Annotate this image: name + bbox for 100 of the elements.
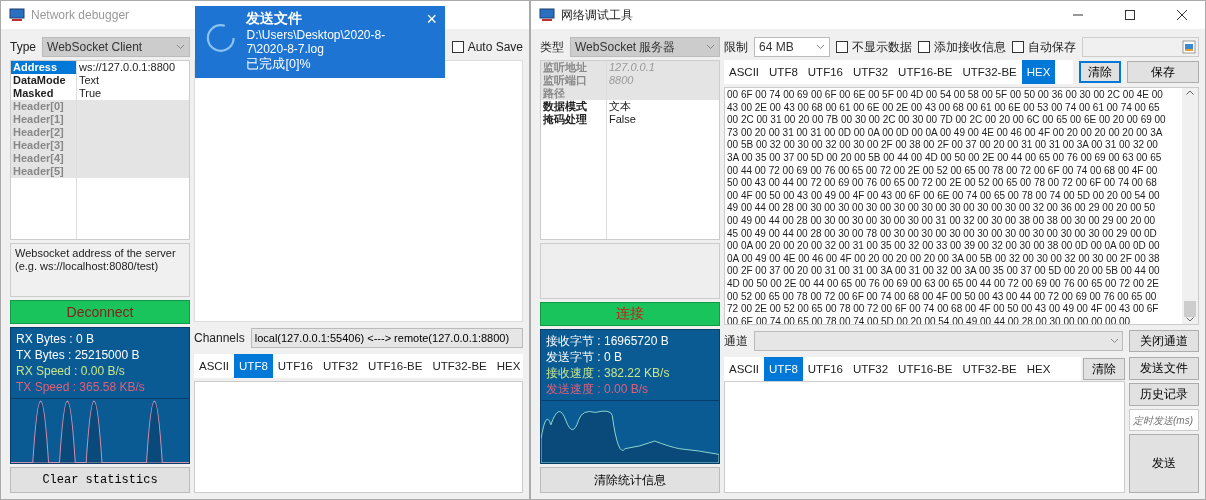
encoding-tab[interactable]: UTF16-BE [893, 357, 958, 381]
disconnect-button[interactable]: Deconnect [10, 300, 190, 324]
encoding-tab[interactable]: ASCII [194, 354, 235, 378]
statistic-text: RX Speed : 0.00 B/s [16, 364, 126, 378]
hex-line: 00 5B 00 32 00 30 00 32 00 30 00 2F 00 38 00 2F 00 37 00 20 00 31 00 31 00 3A 00 31 00 32 00 [727, 139, 1159, 152]
caret-icon [816, 44, 825, 50]
hex-line: 00 49 00 44 00 28 00 30 00 30 00 30 00 30 00 31 00 32 00 30 00 38 00 38 00 30 00 29 00 20 00 [727, 214, 1157, 228]
close-channel-button[interactable]: 关闭通道 [1129, 330, 1199, 352]
receive-text-area[interactable] [724, 87, 1199, 325]
window-title: 网络调试工具 [561, 6, 633, 24]
encoding-tab[interactable]: UTF32 [847, 60, 894, 84]
caret-icon [176, 44, 185, 50]
encoding-tab[interactable]: UTF32 [317, 354, 364, 378]
limit-dropdown[interactable]: 64 MB [754, 37, 830, 57]
property-name[interactable]: 数据模式 [541, 100, 607, 113]
property-value: False [608, 113, 637, 126]
statistic-text: 接收速度 : 382.22 KB/s [546, 366, 671, 380]
monitor-icon [539, 8, 555, 22]
encoding-tab[interactable]: UTF32-BE [427, 354, 492, 378]
hex-line: 00 6F 00 74 00 69 00 6F 00 6E 00 5F 00 4D 00 54 00 58 00 5F 00 50 00 36 00 30 00 2C 00 4E 00 [727, 89, 1164, 102]
maximize-icon [1125, 10, 1135, 20]
send-button[interactable]: 发送 [1129, 434, 1199, 493]
encoding-tab[interactable]: UTF16 [272, 354, 318, 378]
hex-line: 3A 00 35 00 37 00 5D 00 20 00 5B 00 44 00 4D 00 50 00 2E 00 44 00 65 00 76 00 69 00 63 00 65 [727, 151, 1163, 165]
property-value: 127.0.0.1 [608, 61, 656, 74]
encoding-tab[interactable]: UTF32-BE [957, 60, 1022, 84]
hex-line: 00 6E 00 74 00 65 00 78 00 74 00 5D 00 20 00 54 00 49 00 44 00 28 00 30 00 00 00 00 00 [727, 315, 1132, 324]
property-value: ws://127.0.0.1:8800 [78, 61, 176, 74]
send-text-area[interactable] [724, 381, 1125, 493]
option-checkbox[interactable]: 自动保存 [1012, 38, 1076, 56]
hex-line: 00 2F 00 37 00 20 00 31 00 31 00 3A 00 31 00 32 00 3A 00 35 00 37 00 5D 00 20 00 5B 00 44 00 [727, 265, 1161, 278]
scrollbar-thumb[interactable] [1184, 301, 1196, 317]
hex-line: 00 0A 00 20 00 20 00 32 00 31 00 35 00 32 00 33 00 39 00 32 00 30 00 38 00 0D 00 0A 00 0D 00 [727, 240, 1161, 253]
channel-dropdown[interactable]: local(127.0.0.1:55406) <---> remote(127.0.0.1:8800) [250, 328, 523, 348]
send-file-button[interactable]: 发送文件 [1129, 357, 1199, 380]
property-name[interactable]: 掩码处理 [541, 113, 607, 126]
property-value: 8800 [608, 74, 635, 87]
hex-line: 73 00 20 00 31 00 31 00 0D 00 0A 00 0D 00 0A 00 49 00 4E 00 46 00 4F 00 20 00 20 00 20 00 3A [727, 126, 1164, 140]
property-value: True [78, 87, 103, 100]
encoding-tab[interactable]: UTF8 [764, 357, 803, 381]
encoding-tab[interactable]: UTF32-BE [957, 357, 1022, 381]
hex-line: 00 2C 00 31 00 20 00 7B 00 30 00 2C 00 30 00 7D 00 2C 00 20 00 6C 00 65 00 6E 00 20 00 69 00 [727, 114, 1167, 127]
monitor-icon [9, 8, 25, 22]
encoding-tab[interactable]: HEX [1021, 60, 1056, 84]
statistic-text: TX Bytes : 25215000 B [16, 348, 141, 362]
save-button[interactable]: 保存 [1127, 61, 1199, 83]
save-path-field[interactable] [1082, 37, 1199, 57]
encoding-tab[interactable]: UTF16 [802, 60, 848, 84]
channel-label: 通道 [724, 332, 748, 350]
property-name[interactable]: Address [11, 61, 77, 74]
window-title: Network debugger [31, 8, 130, 22]
description-text: Websocket address of the server (e.g. ws://localhost:8080/test) [10, 243, 190, 297]
statistic-text: 接收字节 : 16965720 B [546, 334, 670, 348]
scrollbar[interactable] [1182, 88, 1198, 324]
option-checkbox[interactable]: Auto Save [451, 40, 523, 54]
type-dropdown[interactable]: WebSocket Client [42, 37, 190, 57]
property-value: Text [78, 74, 101, 87]
clear-button[interactable]: 清除 [1083, 358, 1125, 380]
property-name[interactable]: DataMode [11, 74, 77, 87]
hex-line: 4D 00 50 00 2E 00 44 00 65 00 76 00 69 00 63 00 65 00 44 00 72 00 69 00 76 00 65 00 72 00 2E [727, 277, 1161, 291]
type-label: 类型 [540, 38, 564, 56]
hex-line: 00 44 00 72 00 69 00 76 00 65 00 72 00 2E 00 52 00 65 00 78 00 72 00 6F 00 74 00 68 00 4F 00 [727, 164, 1159, 178]
clear-statistics-button[interactable]: 清除统计信息 [540, 467, 720, 493]
encoding-tab[interactable]: HEX [1021, 357, 1056, 381]
caret-icon [1110, 338, 1119, 344]
interval-field[interactable]: 定时发送(ms) [1129, 409, 1199, 431]
scroll-up-icon[interactable] [1186, 90, 1194, 95]
encoding-tab[interactable]: UTF8 [234, 354, 273, 378]
property-value: 文本 [608, 100, 632, 113]
scroll-down-icon[interactable] [1186, 317, 1194, 322]
type-label: Type [10, 40, 36, 54]
option-checkbox[interactable]: 不显示数据 [836, 38, 912, 56]
send-text-area[interactable] [194, 381, 523, 493]
statistic-text: TX Speed : 365.58 KB/s [16, 380, 146, 394]
hex-line: 72 00 2E 00 52 00 65 00 78 00 72 00 6F 00 74 00 68 00 4F 00 50 00 43 00 49 00 4F 00 43 00 6F [727, 303, 1160, 316]
clear-button[interactable]: 清除 [1079, 61, 1121, 83]
encoding-tab[interactable]: UTF16-BE [893, 60, 958, 84]
hex-line: 50 00 43 00 44 00 72 00 69 00 76 00 65 00 72 00 2E 00 52 00 65 00 78 00 72 00 6F 00 74 00 68 [727, 177, 1158, 190]
hex-line: 43 00 2E 00 43 00 68 00 61 00 6E 00 2E 00 43 00 68 00 61 00 6E 00 53 00 74 00 61 00 74 00 65 [727, 101, 1161, 115]
encoding-tab[interactable]: ASCII [724, 60, 765, 84]
hex-line: 45 00 49 00 44 00 28 00 30 00 78 00 30 00 30 00 30 00 30 00 30 00 30 00 30 00 30 00 29 00 0D [727, 227, 1158, 241]
type-dropdown[interactable]: WebSocket 服务器 [570, 37, 720, 57]
statistic-text: 发送速度 : 0.00 B/s [546, 382, 650, 396]
caret-icon [706, 44, 715, 50]
encoding-tab[interactable]: UTF8 [764, 60, 803, 84]
clear-statistics-button[interactable]: Clear statistics [10, 467, 190, 493]
hex-line: 49 00 44 00 28 00 30 00 30 00 30 00 30 00 30 00 30 00 30 00 30 00 32 00 36 00 29 00 20 00 50 [727, 202, 1157, 215]
encoding-tab[interactable]: UTF16-BE [363, 354, 428, 378]
encoding-tab[interactable]: UTF16 [802, 357, 848, 381]
hex-line: 0A 00 49 00 4E 00 46 00 4F 00 20 00 20 00 20 00 3A 00 5B 00 32 00 30 00 32 00 30 00 2F 00 38 [727, 252, 1161, 266]
progress-text: 已完成[0]% [246, 56, 312, 73]
file-icon[interactable] [1182, 40, 1196, 54]
encoding-tab[interactable]: UTF32 [847, 357, 894, 381]
encoding-tab[interactable]: HEX [491, 354, 526, 378]
history-button[interactable]: 历史记录 [1129, 383, 1199, 406]
close-button[interactable]: × [426, 10, 437, 28]
encoding-tab[interactable]: ASCII [724, 357, 765, 381]
limit-label: 限制 [724, 38, 748, 56]
option-checkbox[interactable]: 添加接收信息 [918, 38, 1006, 56]
channel-dropdown[interactable] [754, 331, 1123, 351]
